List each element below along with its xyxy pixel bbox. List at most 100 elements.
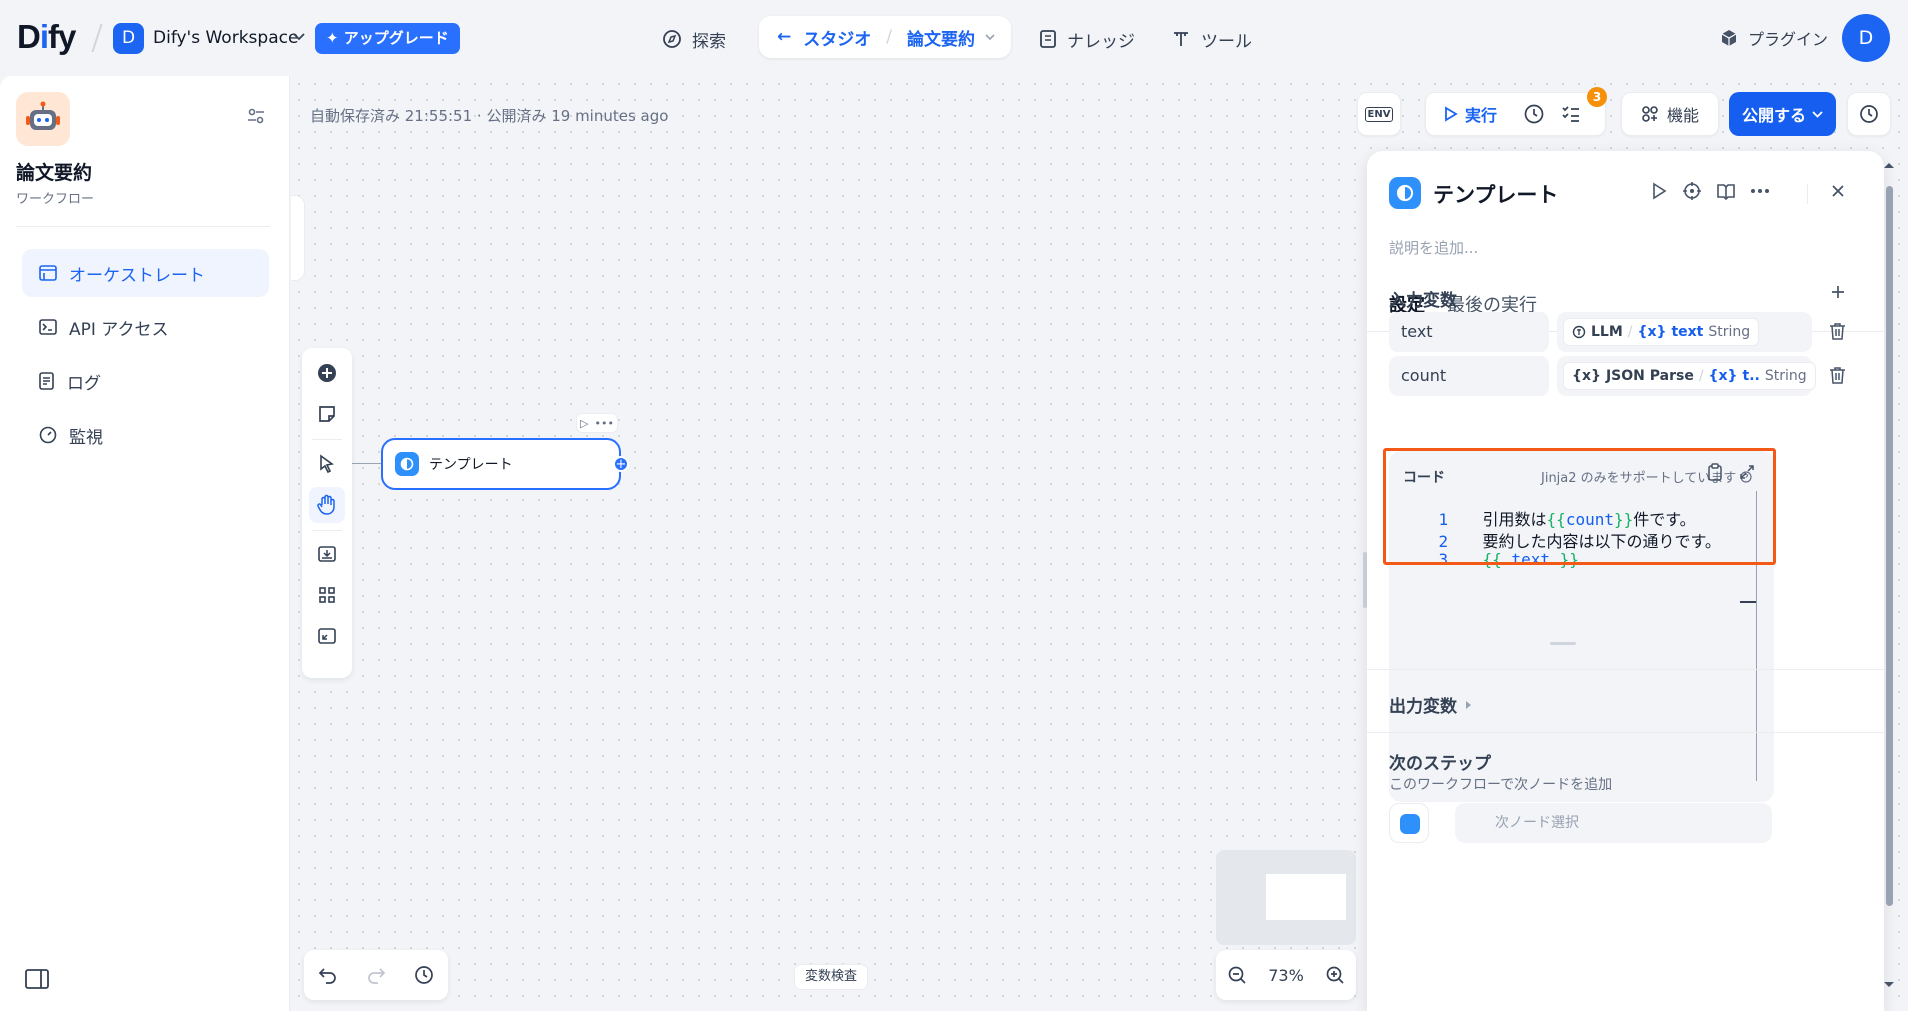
terminal-icon (39, 319, 57, 335)
variable-icon: {x} (1708, 368, 1738, 384)
zoom-in-icon[interactable] (1325, 965, 1345, 985)
sidebar-item-monitor[interactable]: 監視 (22, 411, 269, 459)
scroll-thumb[interactable] (1886, 186, 1893, 906)
variable-reference-selector[interactable]: {x} JSON Parse / {x} t.. String (1557, 356, 1816, 396)
close-icon[interactable] (1830, 183, 1846, 199)
current-node-icon (1389, 803, 1429, 843)
scroll-up-icon[interactable] (1882, 160, 1896, 170)
chevron-down-icon[interactable] (293, 33, 305, 41)
pointer-mode-button[interactable] (309, 446, 345, 482)
input-vars-title: 入力変数 (1389, 291, 1457, 311)
features-icon (1642, 106, 1658, 122)
settings-sliders-icon[interactable] (247, 108, 265, 124)
variable-icon: {x} (1637, 324, 1667, 340)
maximize-icon (318, 628, 336, 644)
nav-studio[interactable]: ← スタジオ / 論文要約 (759, 16, 1011, 58)
node-config-panel: テンプレート 説明を追加... 設定 最後の実行 入力変数 text LLM /… (1367, 151, 1884, 1011)
variable-name-input[interactable]: text (1389, 312, 1549, 352)
breadcrumb-app[interactable]: 論文要約 (907, 25, 975, 50)
publish-button[interactable]: 公開する (1729, 92, 1836, 136)
autosave-status: 自動保存済み 21:55:51 · 公開済み 19 minutes ago (310, 107, 669, 125)
sidebar-item-orchestrate[interactable]: オーケストレート (22, 249, 269, 297)
template-icon (395, 452, 419, 476)
nav-tools[interactable]: ツール (1171, 24, 1252, 54)
features-button[interactable]: 機能 (1621, 92, 1719, 136)
canvas-side-handle[interactable] (291, 195, 305, 281)
sidebar-item-api-access[interactable]: API アクセス (22, 303, 269, 351)
more-horizontal-icon[interactable] (1750, 188, 1770, 194)
env-button[interactable]: ENV (1357, 92, 1401, 136)
crosshair-icon[interactable] (1682, 181, 1702, 201)
fit-view-button[interactable] (309, 618, 345, 654)
history-icon[interactable] (414, 965, 434, 985)
nav-explore[interactable]: 探索 (662, 24, 726, 54)
workspace-avatar[interactable]: D (113, 23, 144, 54)
gauge-icon (39, 426, 57, 444)
nav-knowledge[interactable]: ナレッジ (1039, 24, 1135, 54)
robot-icon (16, 92, 70, 146)
hand-mode-button[interactable] (309, 487, 345, 523)
organize-button[interactable] (309, 577, 345, 613)
version-history-button[interactable] (1847, 92, 1891, 136)
caret-right-icon (1466, 700, 1471, 709)
node-add-handle[interactable]: + (613, 456, 629, 472)
play-icon[interactable] (1650, 182, 1668, 200)
output-vars-toggle[interactable]: 出力変数 (1389, 692, 1472, 717)
undo-icon[interactable] (318, 966, 338, 984)
upgrade-button[interactable]: ✦ アップグレード (315, 23, 460, 54)
panel-scrollbar[interactable] (1882, 160, 1896, 1011)
chevron-down-icon[interactable] (985, 33, 995, 41)
run-button[interactable]: 実行 (1444, 102, 1497, 126)
trash-icon[interactable] (1829, 322, 1846, 340)
add-note-button[interactable] (309, 396, 345, 432)
variable-name-input[interactable]: count (1389, 356, 1549, 396)
export-image-button[interactable] (309, 536, 345, 572)
env-icon: ENV (1364, 106, 1394, 122)
sidebar-collapse-icon[interactable] (25, 969, 49, 989)
book-icon (1040, 30, 1056, 48)
history-icon (1860, 105, 1878, 123)
cube-icon (1721, 30, 1737, 46)
window-icon (39, 265, 57, 281)
dify-logo[interactable]: Dify (17, 18, 76, 56)
document-icon (39, 372, 54, 390)
image-export-icon (318, 546, 336, 562)
trash-icon[interactable] (1829, 366, 1846, 384)
zoom-out-icon[interactable] (1227, 965, 1247, 985)
run-history-button[interactable] (1523, 103, 1545, 125)
checklist-icon (1562, 106, 1580, 122)
chevron-down-icon (1812, 110, 1823, 118)
breadcrumb-separator (91, 24, 103, 52)
scroll-down-icon[interactable] (1882, 980, 1896, 990)
panel-title[interactable]: テンプレート (1433, 179, 1558, 209)
minimap-node (1266, 874, 1346, 920)
user-avatar[interactable]: D (1842, 14, 1890, 62)
checklist-badge: 3 (1587, 87, 1607, 107)
book-open-icon[interactable] (1716, 182, 1736, 200)
play-icon[interactable]: ▷ (580, 417, 588, 430)
description-input[interactable]: 説明を追加... (1389, 237, 1478, 258)
redo-icon[interactable] (366, 966, 386, 984)
top-bar: Dify D Dify's Workspace ✦ アップグレード 探索 ← ス… (0, 0, 1908, 76)
template-node[interactable]: テンプレート (381, 438, 621, 490)
add-node-button[interactable] (309, 355, 345, 391)
add-variable-icon[interactable] (1830, 284, 1846, 300)
template-icon (1389, 177, 1421, 209)
variable-reference-selector[interactable]: LLM / {x} text String (1557, 312, 1812, 352)
zoom-controls: 73% (1216, 950, 1356, 1000)
nav-plugins[interactable]: プラグイン (1719, 26, 1828, 50)
node-quick-actions[interactable]: ▷ ••• (576, 413, 618, 433)
next-step-subtitle: このワークフローで次ノードを追加 (1389, 777, 1613, 793)
compass-icon (663, 30, 681, 48)
variable-inspect-button[interactable]: 変数検査 (794, 964, 869, 990)
next-step-title: 次のステップ (1389, 754, 1491, 774)
checklist-button[interactable] (1561, 105, 1581, 123)
minimap[interactable] (1216, 850, 1356, 945)
sidebar-item-logs[interactable]: ログ (22, 357, 269, 405)
zoom-level[interactable]: 73% (1268, 966, 1304, 985)
more-icon[interactable]: ••• (595, 417, 614, 430)
workspace-name[interactable]: Dify's Workspace (153, 28, 298, 48)
next-node-select[interactable]: 次ノード選択 (1455, 803, 1772, 843)
clock-play-icon (1524, 104, 1544, 124)
code-resize-handle[interactable] (1550, 642, 1576, 645)
